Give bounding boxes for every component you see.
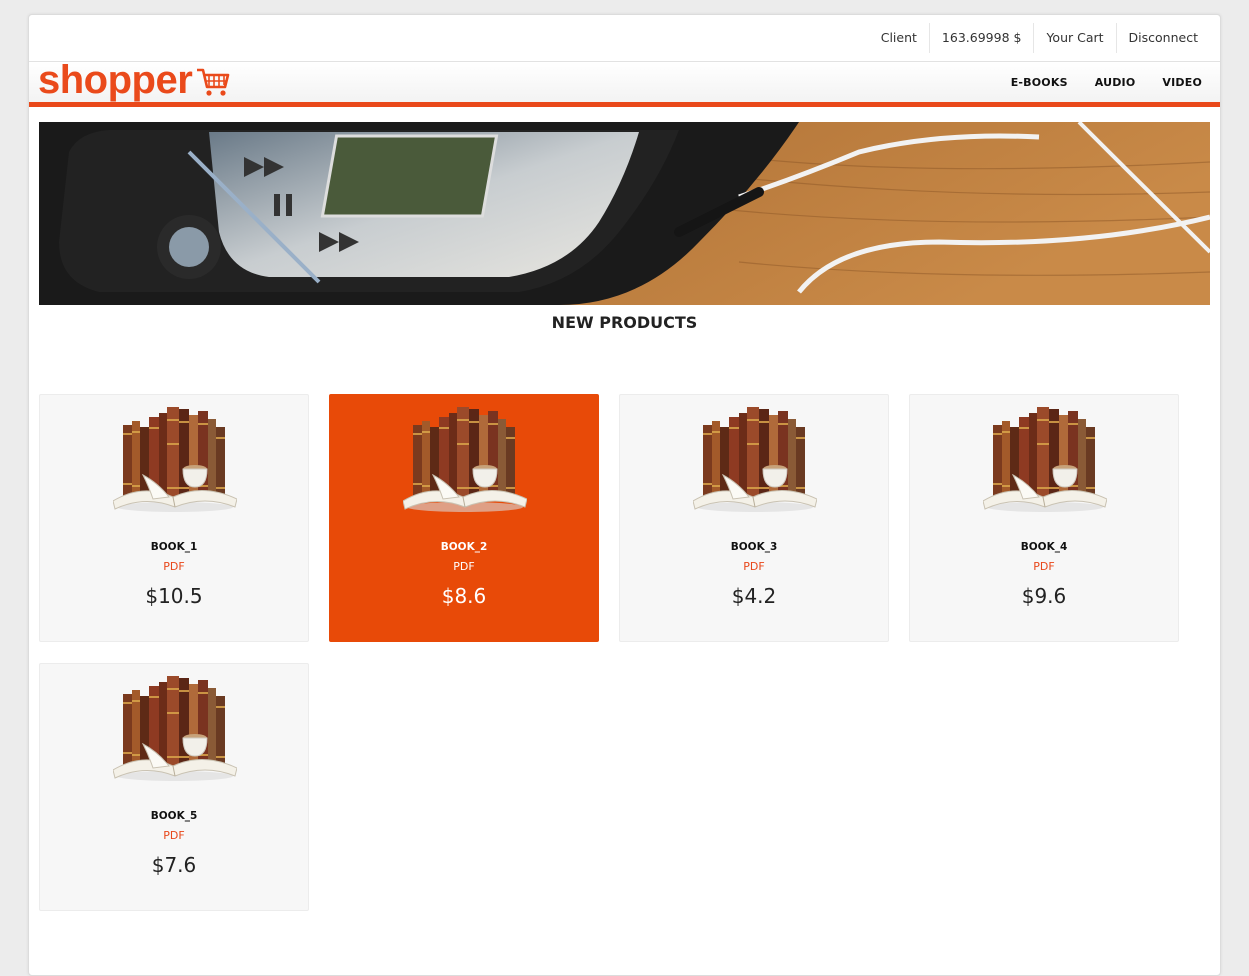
logo-text: shopper — [38, 58, 193, 102]
product-format: PDF — [453, 560, 475, 573]
new-products-heading: NEW PRODUCTS — [551, 313, 698, 332]
main-navbar: shopper E-BOOKS AUDIO VIDEO — [29, 58, 1220, 107]
top-account-bar: Client 163.69998 $ Your Cart Disconnect — [29, 15, 1220, 61]
page-container: Client 163.69998 $ Your Cart Disconnect … — [28, 14, 1221, 976]
nav-audio[interactable]: AUDIO — [1095, 76, 1136, 89]
hero-banner-image — [39, 122, 1210, 305]
nav-ebooks[interactable]: E-BOOKS — [1011, 76, 1068, 89]
product-format: PDF — [743, 560, 765, 573]
product-format: PDF — [163, 560, 185, 573]
product-name: BOOK_1 — [150, 541, 198, 553]
product-card-highlighted[interactable]: BOOK_2 PDF $8.6 — [329, 394, 599, 642]
product-price: $4.2 — [731, 584, 777, 608]
book-thumbnail — [983, 406, 1107, 513]
product-name: BOOK_4 — [1020, 541, 1068, 553]
product-name: BOOK_2 — [440, 541, 488, 553]
book-thumbnail — [113, 406, 237, 513]
product-grid: BOOK_1 PDF $10.5 BOOK_2 PDF $8.6 BOOK_3 … — [39, 394, 1209, 911]
book-thumbnail — [113, 675, 237, 782]
product-card[interactable]: BOOK_1 PDF $10.5 — [39, 394, 309, 642]
product-card[interactable]: BOOK_3 PDF $4.2 — [619, 394, 889, 642]
product-price: $7.6 — [151, 853, 197, 877]
product-name: BOOK_5 — [150, 810, 198, 822]
balance-display: 163.69998 $ — [928, 23, 1034, 53]
book-thumbnail — [693, 406, 817, 513]
product-format: PDF — [1033, 560, 1055, 573]
product-price: $9.6 — [1021, 584, 1067, 608]
book-thumbnail — [403, 406, 527, 513]
client-link[interactable]: Client — [869, 23, 929, 53]
nav-video[interactable]: VIDEO — [1162, 76, 1202, 89]
product-card[interactable]: BOOK_5 PDF $7.6 — [39, 663, 309, 911]
disconnect-link[interactable]: Disconnect — [1115, 23, 1210, 53]
your-cart-link[interactable]: Your Cart — [1033, 23, 1115, 53]
product-price: $8.6 — [441, 584, 487, 608]
category-menu: E-BOOKS AUDIO VIDEO — [984, 62, 1202, 102]
product-name: BOOK_3 — [730, 541, 778, 553]
product-format: PDF — [163, 829, 185, 842]
product-price: $10.5 — [145, 584, 203, 608]
shopping-cart-icon — [197, 68, 230, 96]
shopper-logo[interactable]: shopper — [38, 58, 230, 102]
product-card[interactable]: BOOK_4 PDF $9.6 — [909, 394, 1179, 642]
